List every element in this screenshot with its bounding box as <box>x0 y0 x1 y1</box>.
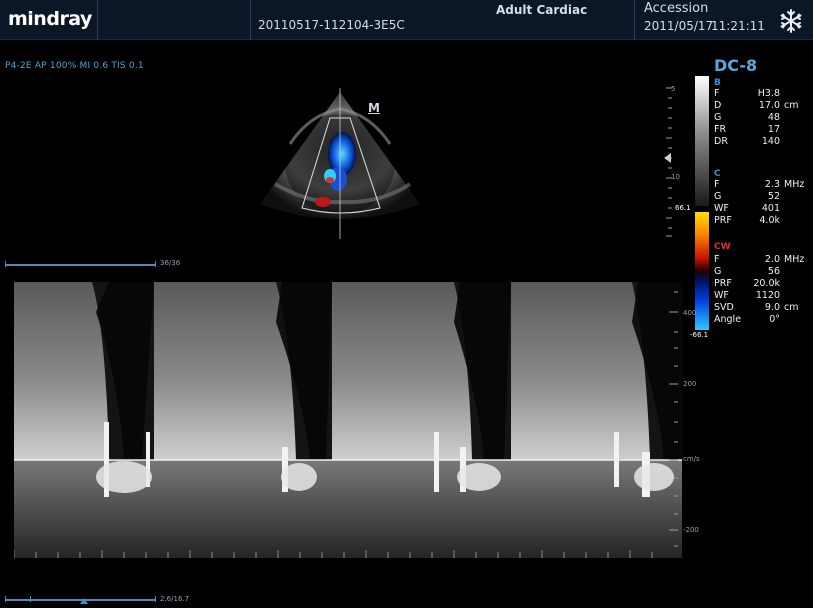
timeline-tick <box>155 261 156 267</box>
snowflake-icon[interactable] <box>778 8 804 34</box>
model-name: DC-8 <box>714 56 758 75</box>
header-divider <box>634 0 635 40</box>
cine-frame-counter: 36/36 <box>160 259 181 267</box>
velocity-label: 400 <box>683 309 697 317</box>
color-velocity-bar <box>695 212 709 330</box>
velocity-label: 200 <box>683 380 697 388</box>
cw-param-row: G 56 <box>714 266 780 277</box>
timeline-tick <box>5 596 6 602</box>
b-param-row: DR 140 <box>714 136 780 147</box>
header-bar: mindray 20110517-112104-3E5C Adult Cardi… <box>0 0 813 40</box>
header-divider <box>97 0 98 40</box>
cine-timeline-2d[interactable] <box>5 264 156 266</box>
probe-parameters: P4-2E AP 100% MI 0.6 TIS 0.1 <box>5 61 144 71</box>
cw-param-row: SVD 9.0 cm <box>714 302 799 313</box>
timeline-tick <box>5 261 6 267</box>
b-param-row: F H3.8 <box>714 88 780 99</box>
timeline-tick <box>30 596 31 602</box>
doppler-spectrum[interactable] <box>14 282 682 558</box>
color-mode-label: C <box>714 169 721 179</box>
echo-sector-image[interactable] <box>250 84 430 244</box>
focus-arrow-icon <box>664 153 671 163</box>
colorbar-min: -66.1 <box>690 331 709 339</box>
cw-param-row: Angle 0° <box>714 314 780 325</box>
depth-label: 5 <box>671 85 676 93</box>
velocity-label: -200 <box>683 526 699 534</box>
grayscale-bar <box>695 76 709 206</box>
exam-time: 11:21:11 <box>711 19 765 33</box>
cw-mode-label: CW <box>714 242 731 252</box>
cw-param-row: PRF 20.0k <box>714 278 780 289</box>
timeline-tick <box>155 596 156 602</box>
exam-type[interactable]: Adult Cardiac <box>496 3 587 17</box>
patient-id[interactable]: 20110517-112104-3E5C <box>258 18 405 32</box>
exam-date: 2011/05/17 <box>644 19 714 33</box>
header-divider <box>250 0 251 40</box>
b-param-row: D 17.0 cm <box>714 100 799 111</box>
accession-label: Accession <box>644 1 709 16</box>
b-param-row: FR 17 <box>714 124 780 135</box>
cw-param-row: F 2.0 MHz <box>714 254 805 265</box>
spectrum-time-counter: 2.6/16.7 <box>160 595 190 603</box>
timeline-cursor-icon[interactable] <box>80 598 88 604</box>
b-param-row: G 48 <box>714 112 780 123</box>
c-param-row: WF 401 <box>714 203 780 214</box>
cw-param-row: WF 1120 <box>714 290 780 301</box>
mindray-logo: mindray <box>8 8 92 30</box>
velocity-unit-label: cm/s <box>683 455 700 463</box>
colorbar-max: 66.1 <box>675 204 691 212</box>
depth-label: 10 <box>671 173 680 181</box>
c-param-row: PRF 4.0k <box>714 215 780 226</box>
c-param-row: G 52 <box>714 191 780 202</box>
b-mode-label: B <box>714 78 721 88</box>
c-param-row: F 2.3 MHz <box>714 179 805 190</box>
orientation-marker: M <box>368 101 380 115</box>
parameter-panel: DC-8 B F H3.8 D 17.0 cm G 48 FR 17 DR 140 C F2… <box>714 56 813 356</box>
